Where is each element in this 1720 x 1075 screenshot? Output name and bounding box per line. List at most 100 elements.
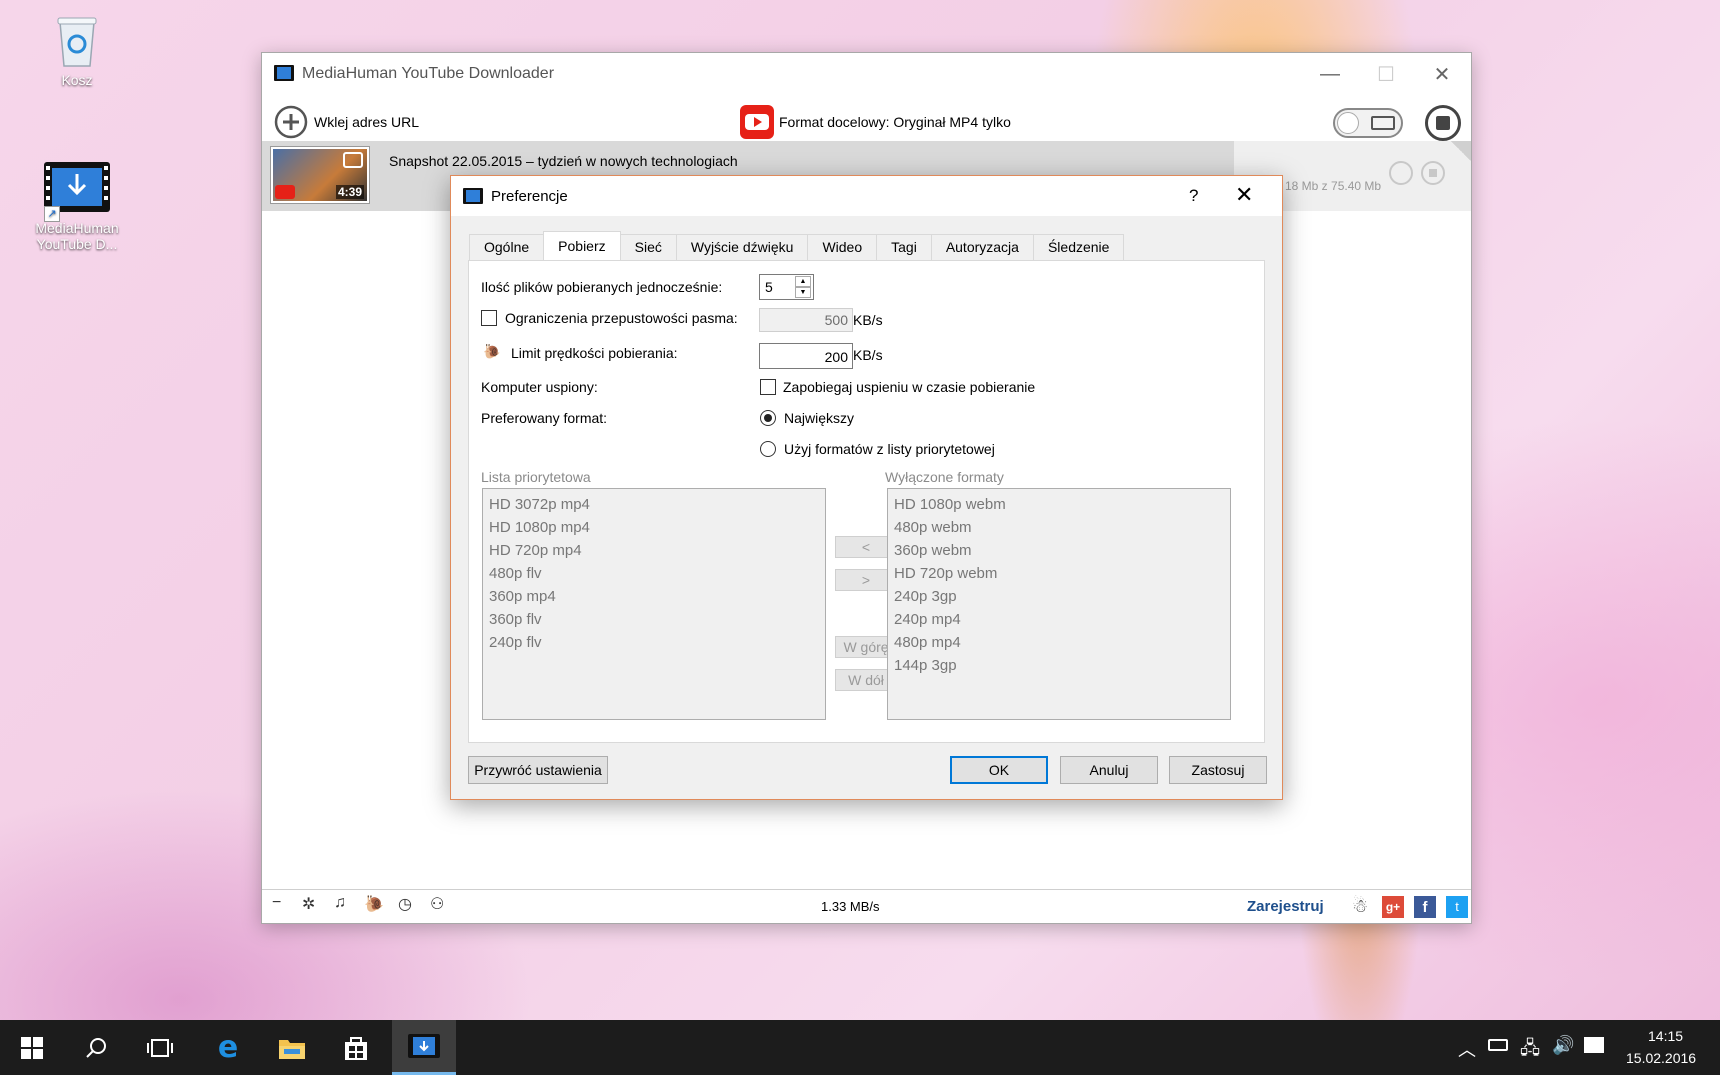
facebook-icon[interactable]: f [1414,896,1436,918]
mediahuman-taskbar-button[interactable] [392,1020,456,1075]
status-bar: − ✲ ♫ 🐌 ◷ ⚇ 1.33 MB/s Zarejestruj ☃ g+ f… [262,889,1471,923]
chevron-up-icon[interactable]: ︿ [1458,1036,1476,1062]
tab-tracking[interactable]: Śledzenie [1032,234,1125,260]
gallery-icon [343,152,363,168]
network-icon[interactable]: 🖧 [1520,1036,1540,1066]
minus-icon[interactable]: − [272,894,281,912]
bandwidth-input[interactable]: 500 [759,308,853,332]
restore-defaults-button[interactable]: Przywróć ustawienia [468,756,608,784]
support-icon[interactable]: ☃ [1352,896,1374,918]
tab-audio-output[interactable]: Wyjście dźwięku [675,234,809,260]
file-icon[interactable] [1389,161,1413,185]
prevent-sleep-checkbox[interactable] [760,379,776,395]
sleep-label: Komputer uspiony: [481,379,598,395]
desktop-icon-label: YouTube D... [36,236,118,252]
priority-list[interactable]: HD 3072p mp4 HD 1080p mp4 HD 720p mp4 48… [482,488,826,720]
snail-icon[interactable]: 🐌 [364,894,384,914]
stop-icon[interactable] [1421,161,1445,185]
store-button[interactable] [324,1020,388,1075]
simultaneous-value: 5 [765,279,773,295]
simultaneous-stepper[interactable]: 5 ▲ ▼ [759,274,814,300]
desktop-icon-recycle-bin[interactable]: Kosz [22,12,132,88]
music-icon[interactable]: ♫ [334,894,346,912]
simultaneous-label: Ilość plików pobieranych jednocześnie: [481,279,723,295]
list-item[interactable]: 360p webm [894,539,1224,562]
binoculars-icon[interactable]: ⚇ [430,894,444,914]
mediahuman-app-icon [408,1034,440,1058]
ok-button[interactable]: OK [950,756,1048,784]
tab-network[interactable]: Sieć [619,234,677,260]
edge-button[interactable]: e [196,1020,260,1075]
start-button[interactable] [0,1020,64,1075]
task-view-button[interactable] [128,1020,192,1075]
format-largest-radio[interactable] [760,410,776,426]
priority-list-label: Lista priorytetowa [481,469,591,485]
maximize-button[interactable]: ☐ [1358,53,1414,95]
app-icon [463,188,483,204]
disabled-formats-list[interactable]: HD 1080p webm 480p webm 360p webm HD 720… [887,488,1231,720]
preferences-dialog: Preferencje ? ✕ Ogólne Pobierz Sieć Wyjś… [450,175,1283,800]
shortcut-arrow-icon: ↗ [44,206,60,222]
list-item[interactable]: 144p 3gp [894,654,1224,677]
action-center-icon[interactable] [1584,1037,1604,1053]
stepper-up-icon[interactable]: ▲ [795,276,811,287]
help-button[interactable]: ? [1189,186,1198,206]
twitter-icon[interactable]: t [1446,896,1468,918]
list-item[interactable]: HD 3072p mp4 [489,493,819,516]
minimize-button[interactable]: — [1302,53,1358,95]
list-item[interactable]: 360p flv [489,608,819,631]
windows-icon [21,1036,43,1059]
google-plus-icon[interactable]: g+ [1382,896,1404,918]
add-circle-icon [274,105,308,139]
film-icon [1371,116,1395,130]
tab-download[interactable]: Pobierz [543,231,621,260]
list-item[interactable]: HD 1080p webm [894,493,1224,516]
register-link[interactable]: Zarejestruj [1247,898,1324,915]
clock-icon[interactable]: ◷ [398,894,412,914]
mediahuman-app-icon: ↗ [44,160,110,222]
tab-tags[interactable]: Tagi [876,234,932,260]
tab-video[interactable]: Wideo [807,234,878,260]
list-item[interactable]: 480p webm [894,516,1224,539]
list-item[interactable]: HD 720p mp4 [489,539,819,562]
stop-all-button[interactable] [1425,105,1461,141]
gear-icon[interactable]: ✲ [302,894,315,914]
disabled-list-label: Wyłączone formaty [885,469,1004,485]
toggle-knob [1337,112,1359,134]
stepper-down-icon[interactable]: ▼ [795,287,811,298]
list-item[interactable]: HD 720p webm [894,562,1224,585]
tab-authorization[interactable]: Autoryzacja [930,234,1034,260]
search-icon [86,1037,106,1058]
dialog-close-button[interactable]: ✕ [1235,182,1253,208]
clock-date[interactable]: 15.02.2016 [1626,1050,1696,1066]
folder-icon [279,1039,305,1059]
list-item[interactable]: HD 1080p mp4 [489,516,819,539]
desktop-icon-mediahuman[interactable]: ↗ MediaHuman YouTube D... [22,160,132,252]
bandwidth-checkbox[interactable] [481,310,497,326]
list-item[interactable]: 360p mp4 [489,585,819,608]
task-view-icon [147,1038,173,1057]
video-duration: 4:39 [335,185,364,199]
tab-general[interactable]: Ogólne [469,234,545,260]
clock-time[interactable]: 14:15 [1648,1028,1683,1044]
youtube-icon [740,105,774,139]
explorer-button[interactable] [260,1020,324,1075]
video-mode-toggle[interactable] [1333,108,1403,138]
apply-button[interactable]: Zastosuj [1169,756,1267,784]
volume-icon[interactable]: 🔊 [1552,1035,1574,1056]
store-icon [345,1036,367,1060]
list-item[interactable]: 480p mp4 [894,631,1224,654]
list-item[interactable]: 240p 3gp [894,585,1224,608]
preferred-format-label: Preferowany format: [481,410,608,426]
paste-url-button[interactable]: Wklej adres URL [274,105,419,139]
battery-icon[interactable] [1488,1039,1508,1051]
search-button[interactable] [64,1020,128,1075]
speed-limit-input[interactable]: 200 [759,343,853,369]
format-priority-radio[interactable] [760,441,776,457]
close-button[interactable]: ✕ [1414,53,1470,95]
list-item[interactable]: 240p mp4 [894,608,1224,631]
list-item[interactable]: 480p flv [489,562,819,585]
list-item[interactable]: 240p flv [489,631,819,654]
format-selector[interactable]: Format docelowy: Oryginał MP4 tylko [740,105,1011,139]
cancel-button[interactable]: Anuluj [1060,756,1158,784]
